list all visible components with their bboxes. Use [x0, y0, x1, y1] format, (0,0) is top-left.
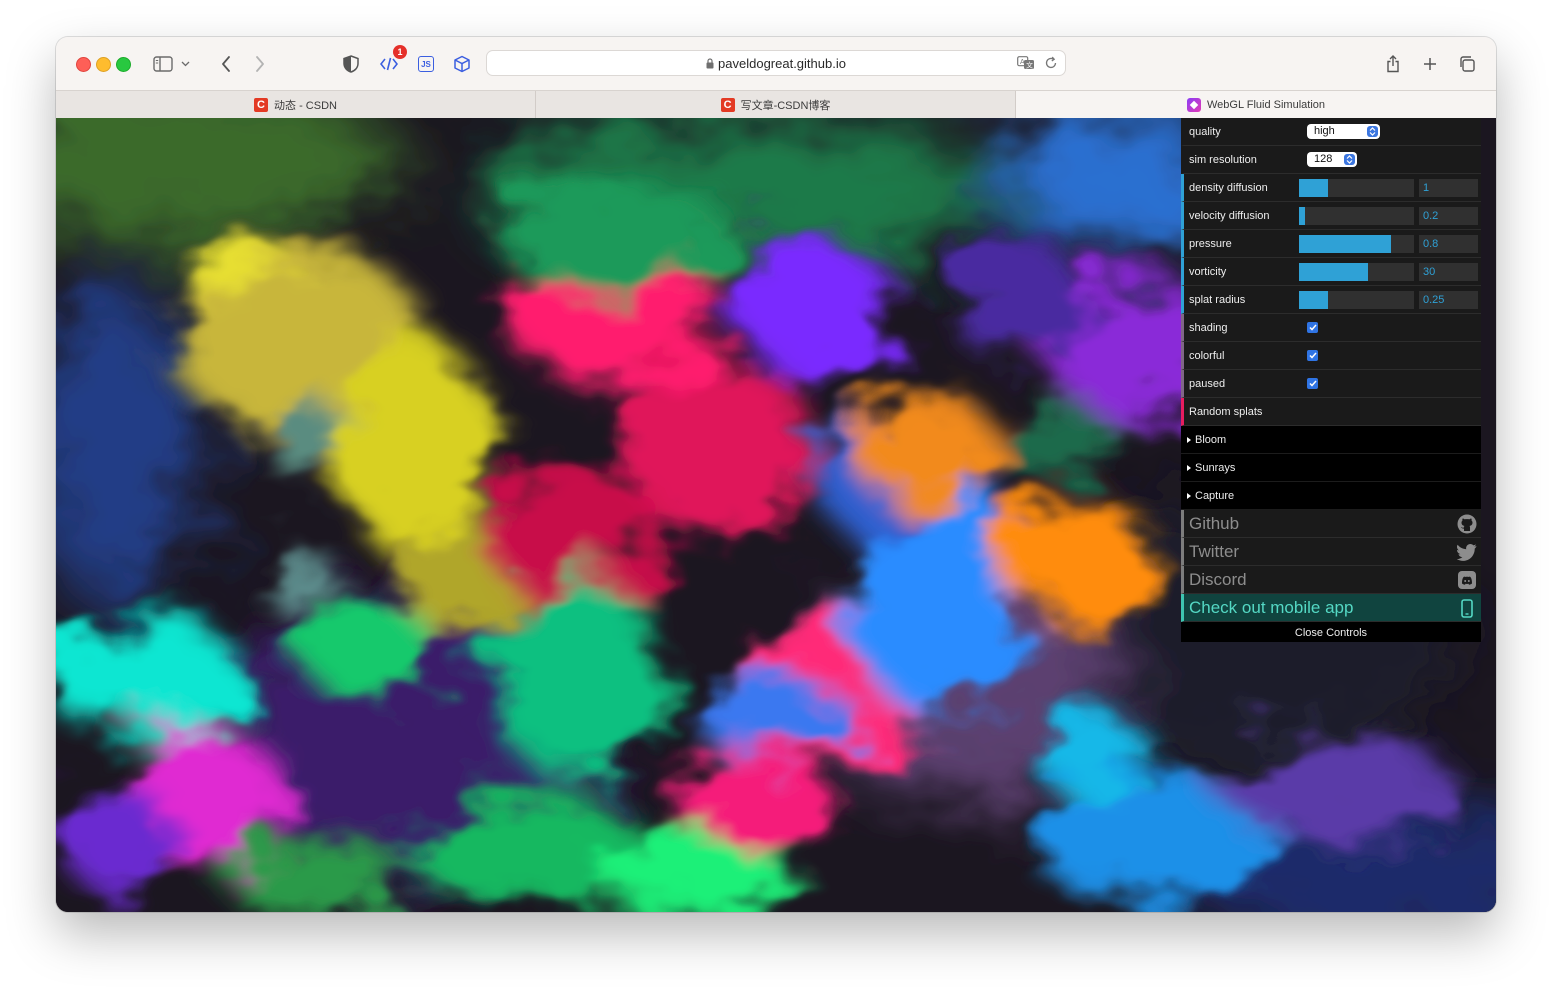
discord-icon	[1457, 570, 1477, 590]
slider-fill	[1299, 207, 1305, 225]
colorful-row: colorful	[1181, 342, 1481, 370]
shading-label: shading	[1189, 322, 1228, 334]
slider-fill	[1299, 235, 1391, 253]
svg-text:文: 文	[1026, 61, 1033, 70]
extension-badge: 1	[393, 45, 407, 59]
github-icon	[1457, 514, 1477, 534]
discord-link[interactable]: Discord	[1181, 566, 1481, 594]
tab-csdn-write[interactable]: C 写文章-CSDN博客	[536, 91, 1016, 118]
lock-icon	[706, 57, 714, 72]
close-window-button[interactable]	[76, 57, 91, 72]
browser-toolbar: 1 JS paveldogreat.github.io A文	[56, 37, 1496, 90]
bloom-folder[interactable]: Bloom	[1181, 426, 1481, 454]
csdn-icon: C	[720, 97, 735, 112]
tab-overview-icon[interactable]	[1454, 51, 1480, 77]
velocity-diffusion-row: velocity diffusion 0.2	[1181, 202, 1481, 230]
pressure-input[interactable]: 0.8	[1419, 235, 1478, 253]
colorful-checkbox[interactable]	[1307, 350, 1318, 361]
share-icon[interactable]	[1380, 51, 1406, 77]
controls-panel: quality high sim resolution 128 density …	[1181, 118, 1481, 642]
quality-label: quality	[1189, 126, 1221, 138]
browser-window: 1 JS paveldogreat.github.io A文 C 动态 - CS…	[56, 37, 1496, 912]
velocity-diffusion-label: velocity diffusion	[1189, 210, 1270, 222]
velocity-diffusion-input[interactable]: 0.2	[1419, 207, 1478, 225]
pressure-slider[interactable]	[1299, 235, 1414, 253]
vorticity-label: vorticity	[1189, 266, 1227, 278]
slider-fill	[1299, 179, 1328, 197]
density-diffusion-row: density diffusion 1	[1181, 174, 1481, 202]
tab-title: 写文章-CSDN博客	[740, 99, 831, 112]
quality-select[interactable]: high	[1307, 124, 1380, 139]
tab-title: 动态 - CSDN	[274, 99, 337, 112]
sim-resolution-select[interactable]: 128	[1307, 152, 1357, 167]
translate-icon[interactable]: A文	[1017, 56, 1035, 75]
triangle-right-icon	[1187, 493, 1191, 499]
new-tab-icon[interactable]	[1417, 51, 1443, 77]
back-icon[interactable]	[213, 51, 239, 77]
vorticity-slider[interactable]	[1299, 263, 1414, 281]
density-diffusion-input[interactable]: 1	[1419, 179, 1478, 197]
vorticity-input[interactable]: 30	[1419, 263, 1478, 281]
triangle-right-icon	[1187, 437, 1191, 443]
splat-radius-input[interactable]: 0.25	[1419, 291, 1478, 309]
paused-checkbox[interactable]	[1307, 378, 1318, 389]
splat-radius-row: splat radius 0.25	[1181, 286, 1481, 314]
privacy-shield-icon[interactable]	[338, 51, 364, 77]
mobile-app-link[interactable]: Check out mobile app	[1181, 594, 1481, 622]
cube-extension-icon[interactable]	[449, 51, 475, 77]
tab-title: WebGL Fluid Simulation	[1207, 98, 1325, 111]
slider-fill	[1299, 291, 1328, 309]
paused-row: paused	[1181, 370, 1481, 398]
webgl-icon	[1187, 97, 1201, 112]
select-arrows-icon	[1367, 126, 1378, 137]
random-splats-button[interactable]: Random splats	[1181, 398, 1481, 426]
capture-folder[interactable]: Capture	[1181, 482, 1481, 510]
address-bar[interactable]: paveldogreat.github.io A文	[486, 50, 1066, 76]
sim-resolution-label: sim resolution	[1189, 154, 1257, 166]
maximize-window-button[interactable]	[116, 57, 131, 72]
minimize-window-button[interactable]	[96, 57, 111, 72]
close-controls-button[interactable]: Close Controls	[1181, 622, 1481, 642]
chevron-down-icon[interactable]	[178, 51, 192, 77]
js-extension-icon[interactable]: JS	[413, 51, 439, 77]
twitter-link[interactable]: Twitter	[1181, 538, 1481, 566]
tab-webgl-fluid[interactable]: WebGL Fluid Simulation	[1016, 91, 1496, 118]
shading-row: shading	[1181, 314, 1481, 342]
vorticity-row: vorticity 30	[1181, 258, 1481, 286]
pressure-label: pressure	[1189, 238, 1232, 250]
colorful-label: colorful	[1189, 350, 1225, 362]
splat-radius-label: splat radius	[1189, 294, 1246, 306]
url-text[interactable]: paveldogreat.github.io	[487, 56, 1065, 72]
select-arrows-icon	[1344, 154, 1355, 165]
pressure-row: pressure 0.8	[1181, 230, 1481, 258]
shading-checkbox[interactable]	[1307, 322, 1318, 333]
paused-label: paused	[1189, 378, 1226, 390]
sim-resolution-row: sim resolution 128	[1181, 146, 1481, 174]
github-link[interactable]: Github	[1181, 510, 1481, 538]
smartphone-icon	[1457, 598, 1477, 618]
triangle-right-icon	[1187, 465, 1191, 471]
csdn-icon: C	[254, 97, 269, 112]
tab-bar: C 动态 - CSDN C 写文章-CSDN博客 WebGL Fluid Sim…	[56, 90, 1496, 118]
velocity-diffusion-slider[interactable]	[1299, 207, 1414, 225]
slider-fill	[1299, 263, 1368, 281]
reload-icon[interactable]	[1044, 56, 1058, 75]
density-diffusion-label: density diffusion	[1189, 182, 1268, 194]
sidebar-toggle-icon[interactable]	[150, 51, 176, 77]
tab-csdn-dynamic[interactable]: C 动态 - CSDN	[56, 91, 536, 118]
sunrays-folder[interactable]: Sunrays	[1181, 454, 1481, 482]
splat-radius-slider[interactable]	[1299, 291, 1414, 309]
forward-icon[interactable]	[247, 51, 273, 77]
twitter-icon	[1457, 542, 1477, 562]
quality-row: quality high	[1181, 118, 1481, 146]
density-diffusion-slider[interactable]	[1299, 179, 1414, 197]
